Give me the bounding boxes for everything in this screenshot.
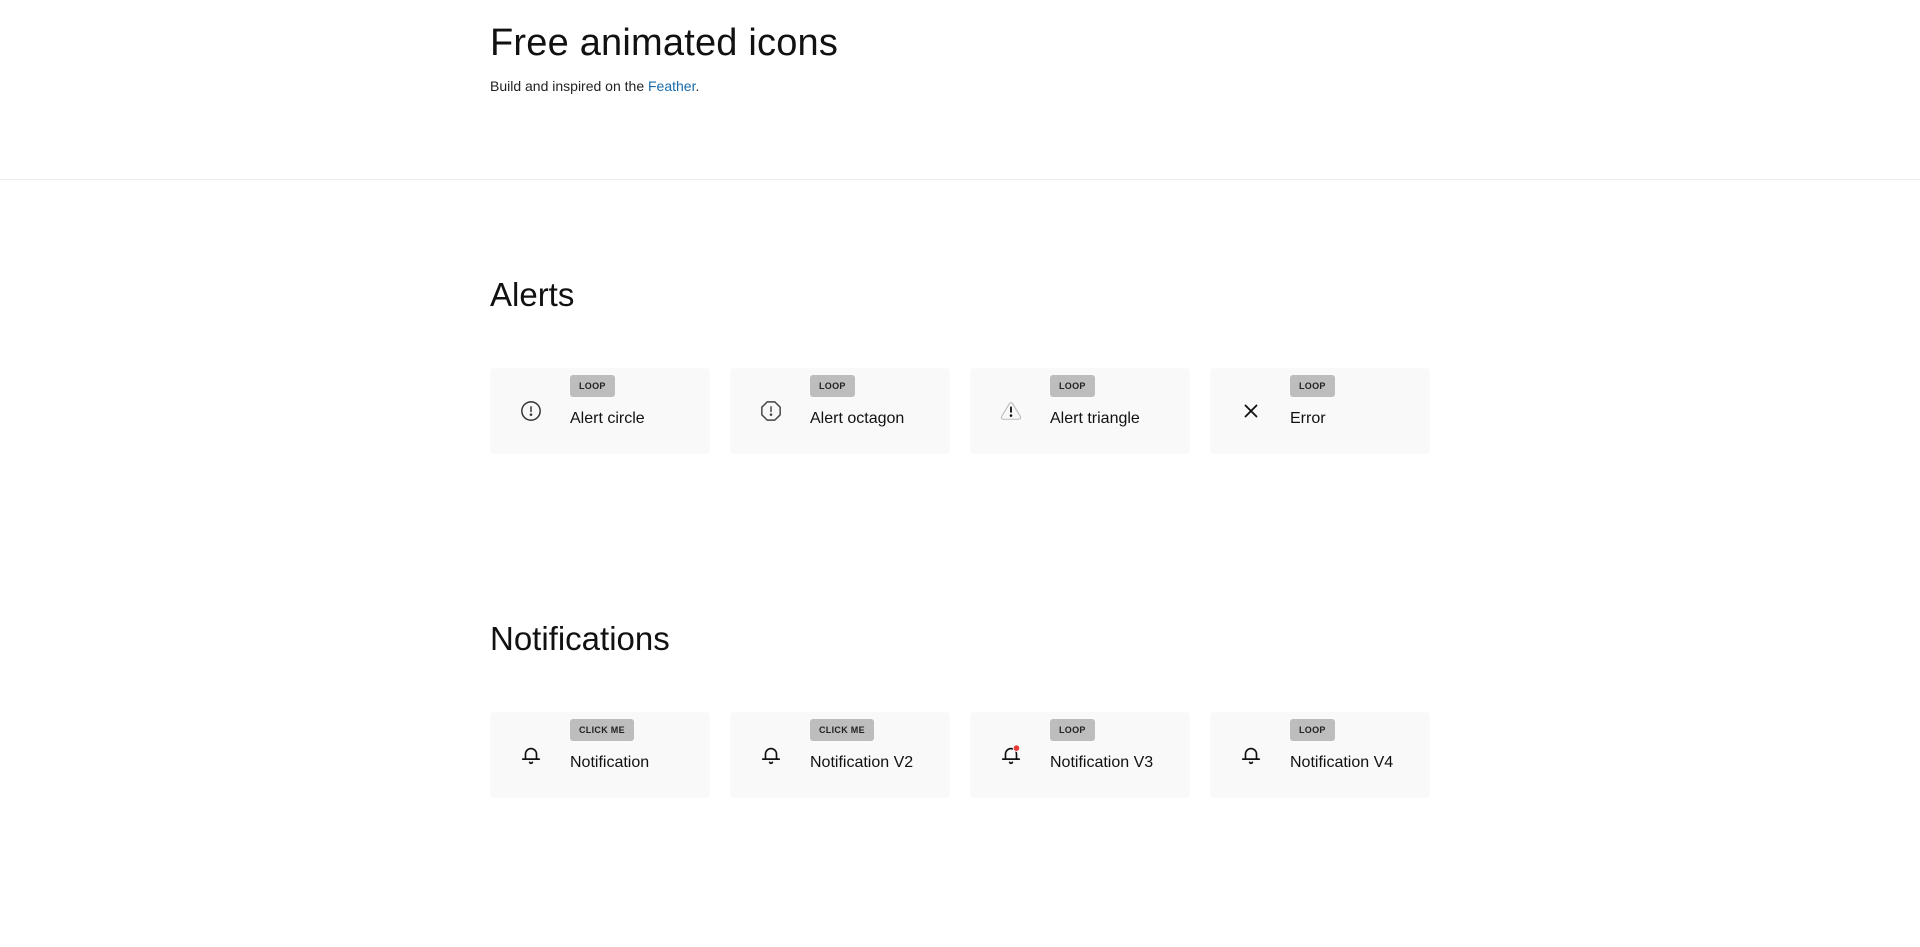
click-me-badge[interactable]: CLICK ME bbox=[810, 719, 874, 741]
card-notification-v2[interactable]: CLICK ME Notification V2 bbox=[730, 712, 950, 798]
feather-link[interactable]: Feather bbox=[648, 78, 695, 94]
card-alert-triangle[interactable]: LOOP Alert triangle bbox=[970, 368, 1190, 454]
loop-badge[interactable]: LOOP bbox=[1290, 375, 1335, 397]
loop-badge[interactable]: LOOP bbox=[810, 375, 855, 397]
loop-badge[interactable]: LOOP bbox=[1050, 375, 1095, 397]
card-notification-v3[interactable]: LOOP Notification V3 bbox=[970, 712, 1190, 798]
card-label: Alert octagon bbox=[810, 410, 905, 427]
bell-dot-icon bbox=[999, 743, 1023, 767]
subtitle-prefix: Build and inspired on the bbox=[490, 78, 648, 94]
card-error[interactable]: LOOP Error bbox=[1210, 368, 1430, 454]
card-label: Notification bbox=[570, 754, 650, 771]
x-icon bbox=[1239, 399, 1263, 423]
loop-badge[interactable]: LOOP bbox=[1290, 719, 1335, 741]
card-alert-circle[interactable]: LOOP Alert circle bbox=[490, 368, 710, 454]
alert-circle-icon bbox=[519, 399, 543, 423]
bell-icon bbox=[519, 743, 543, 767]
alerts-grid: LOOP Alert circle LOOP Alert octagon LOO… bbox=[490, 368, 1430, 454]
card-alert-octagon[interactable]: LOOP Alert octagon bbox=[730, 368, 950, 454]
card-notification[interactable]: CLICK ME Notification bbox=[490, 712, 710, 798]
page-subtitle: Build and inspired on the Feather. bbox=[490, 78, 699, 94]
bell-icon bbox=[759, 743, 783, 767]
card-label: Alert circle bbox=[570, 410, 645, 427]
card-notification-v4[interactable]: LOOP Notification V4 bbox=[1210, 712, 1430, 798]
bell-icon bbox=[1239, 743, 1263, 767]
card-label: Notification V2 bbox=[810, 754, 914, 771]
hero-header: Free animated icons Build and inspired o… bbox=[0, 0, 1920, 180]
alert-triangle-icon bbox=[999, 399, 1023, 423]
card-label: Notification V4 bbox=[1290, 754, 1394, 771]
page-title: Free animated icons bbox=[490, 22, 839, 64]
subtitle-suffix: . bbox=[695, 78, 700, 94]
click-me-badge[interactable]: CLICK ME bbox=[570, 719, 634, 741]
loop-badge[interactable]: LOOP bbox=[1050, 719, 1095, 741]
card-label: Notification V3 bbox=[1050, 754, 1154, 771]
notifications-grid: CLICK ME Notification CLICK ME Notificat… bbox=[490, 712, 1430, 798]
alert-octagon-icon bbox=[759, 399, 783, 423]
section-title-notifications: Notifications bbox=[490, 620, 670, 657]
loop-badge[interactable]: LOOP bbox=[570, 375, 615, 397]
card-label: Error bbox=[1290, 410, 1326, 427]
card-label: Alert triangle bbox=[1050, 410, 1140, 427]
section-title-alerts: Alerts bbox=[490, 276, 575, 313]
